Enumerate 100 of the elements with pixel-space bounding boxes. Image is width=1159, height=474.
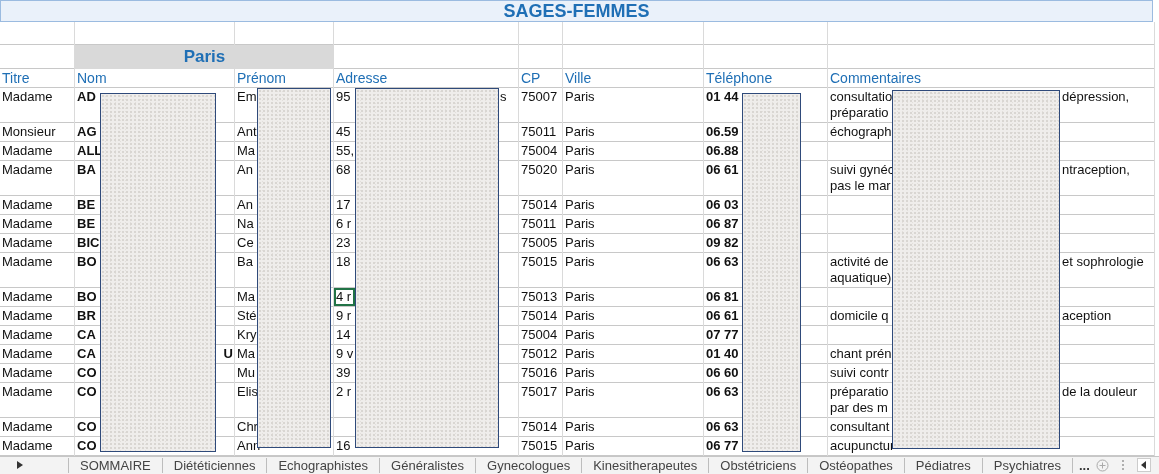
sheet-tab[interactable]: Ostéopathes (808, 457, 905, 473)
table-cell: Paris (565, 142, 595, 159)
sheet-tab[interactable]: Echographistes (267, 457, 381, 473)
table-cell: 75013 (521, 288, 558, 305)
sheet-tab[interactable]: Diététiciennes (162, 457, 268, 473)
cell-text: aception (1062, 307, 1112, 323)
table-cell[interactable]: 17 (334, 195, 355, 214)
table-cell[interactable]: 9 v (334, 344, 356, 363)
sheet-tab[interactable]: Obstétriciens (709, 457, 809, 473)
table-cell[interactable]: 16 (334, 436, 355, 455)
sheet-tab[interactable]: Gynecologues (476, 457, 583, 473)
cell-text: s (499, 87, 508, 106)
table-cell[interactable]: 14 (334, 325, 355, 344)
sheet-tab[interactable]: SOMMAIRE (69, 457, 163, 473)
scroll-left-icon[interactable] (1136, 458, 1151, 473)
column-header: Ville (565, 69, 592, 86)
table-cell: CO (77, 437, 97, 454)
table-cell: Paris (565, 123, 595, 140)
table-cell[interactable]: 68 (334, 160, 355, 179)
table-cell: Madame (2, 215, 53, 232)
sheet-tab[interactable]: Psychiatres (982, 457, 1073, 473)
table-cell: 75005 (521, 234, 558, 251)
table-cell: 75004 (521, 326, 558, 343)
table-cell: Madame (2, 253, 53, 270)
table-cell: CO (77, 418, 97, 435)
table-cell[interactable]: 18 (334, 252, 355, 271)
table-cell: 75015 (521, 253, 558, 270)
table-cell: 75016 (521, 364, 558, 381)
table-cell: 06.88 (706, 142, 739, 159)
table-cell: Paris (565, 161, 595, 178)
table-cell[interactable]: 2 r (334, 382, 355, 401)
column-header: Téléphone (706, 69, 773, 86)
cell-text: par des m (830, 399, 888, 416)
sheet-tab[interactable]: Généralistes (380, 457, 477, 473)
table-cell: Paris (565, 383, 595, 400)
table-cell: 06 61 (706, 307, 739, 324)
table-cell: Madame (2, 437, 53, 454)
table-cell: Ba (237, 253, 253, 270)
selected-cell[interactable]: 4 r (334, 287, 355, 306)
sheet-tab[interactable]: Kinesitherapeutes (582, 457, 710, 473)
cell-text: aquatique) (830, 269, 892, 286)
table-cell: Na (237, 215, 254, 232)
table-cell: Madame (2, 326, 53, 343)
table-cell: 06 03 (706, 196, 739, 213)
table-cell: 75014 (521, 418, 558, 435)
table-cell: BE (77, 215, 96, 232)
table-cell: Paris (565, 418, 595, 435)
table-cell: Madame (2, 88, 53, 105)
column-header: Adresse (336, 69, 388, 86)
table-cell: 75011 (521, 215, 557, 232)
table-cell: 06 63 (706, 383, 739, 400)
table-cell: Paris (565, 215, 595, 232)
table-cell: Madame (2, 383, 53, 400)
column-header: Nom (77, 69, 107, 86)
table-cell: 06 60 (706, 364, 739, 381)
table-cell: CO (77, 364, 97, 381)
table-cell: BO (77, 288, 97, 305)
column-header: Titre (2, 69, 30, 86)
table-cell: Ma (237, 142, 256, 159)
table-cell: 06 87 (706, 215, 739, 232)
table-cell: BIC (77, 234, 100, 251)
table-cell: Ma (237, 288, 256, 305)
table-cell: Paris (565, 196, 595, 213)
table-cell: 09 82 (706, 234, 739, 251)
table-cell: AD (77, 88, 96, 105)
sheet-tab[interactable]: Pédiatres (904, 457, 983, 473)
table-cell: Sté (237, 307, 257, 324)
city-header: Paris (75, 44, 334, 69)
table-cell: 75007 (521, 88, 558, 105)
table-cell[interactable]: 55, (334, 141, 357, 160)
table-cell[interactable]: 9 r (334, 306, 355, 325)
table-cell[interactable]: 95 (334, 87, 355, 106)
cell-text: chant prén (830, 345, 892, 362)
table-cell: 75020 (521, 161, 558, 178)
table-cell: 01 44 (706, 88, 739, 105)
table-cell: Paris (565, 88, 595, 105)
table-cell[interactable]: 45 (334, 122, 355, 141)
table-cell: Paris (565, 288, 595, 305)
table-cell: 75004 (521, 142, 558, 159)
table-cell: An (237, 161, 253, 178)
table-cell: 75014 (521, 307, 558, 324)
table-cell: 01 40 (706, 345, 739, 362)
table-cell[interactable]: 23 (334, 233, 355, 252)
column-header: Prénom (237, 69, 287, 86)
play-icon[interactable] (16, 461, 24, 470)
cell-text: échograph (830, 123, 892, 140)
table-cell[interactable]: 39 (334, 363, 355, 382)
table-cell: Kry (237, 326, 257, 343)
table-cell: Chr (237, 418, 258, 435)
table-cell[interactable]: 6 r (334, 214, 355, 233)
table-cell: Paris (565, 437, 595, 454)
more-tabs[interactable]: ... (1073, 457, 1096, 473)
table-cell: BO (77, 253, 97, 270)
cell-text: ntraception, (1062, 161, 1130, 177)
cell-text: consultant (830, 418, 890, 435)
table-cell: Madame (2, 196, 53, 213)
table-cell: 75015 (521, 437, 558, 454)
table-cell: 06 81 (706, 288, 739, 305)
cell-text: dépression, (1062, 88, 1130, 104)
table-cell: 75014 (521, 196, 558, 213)
